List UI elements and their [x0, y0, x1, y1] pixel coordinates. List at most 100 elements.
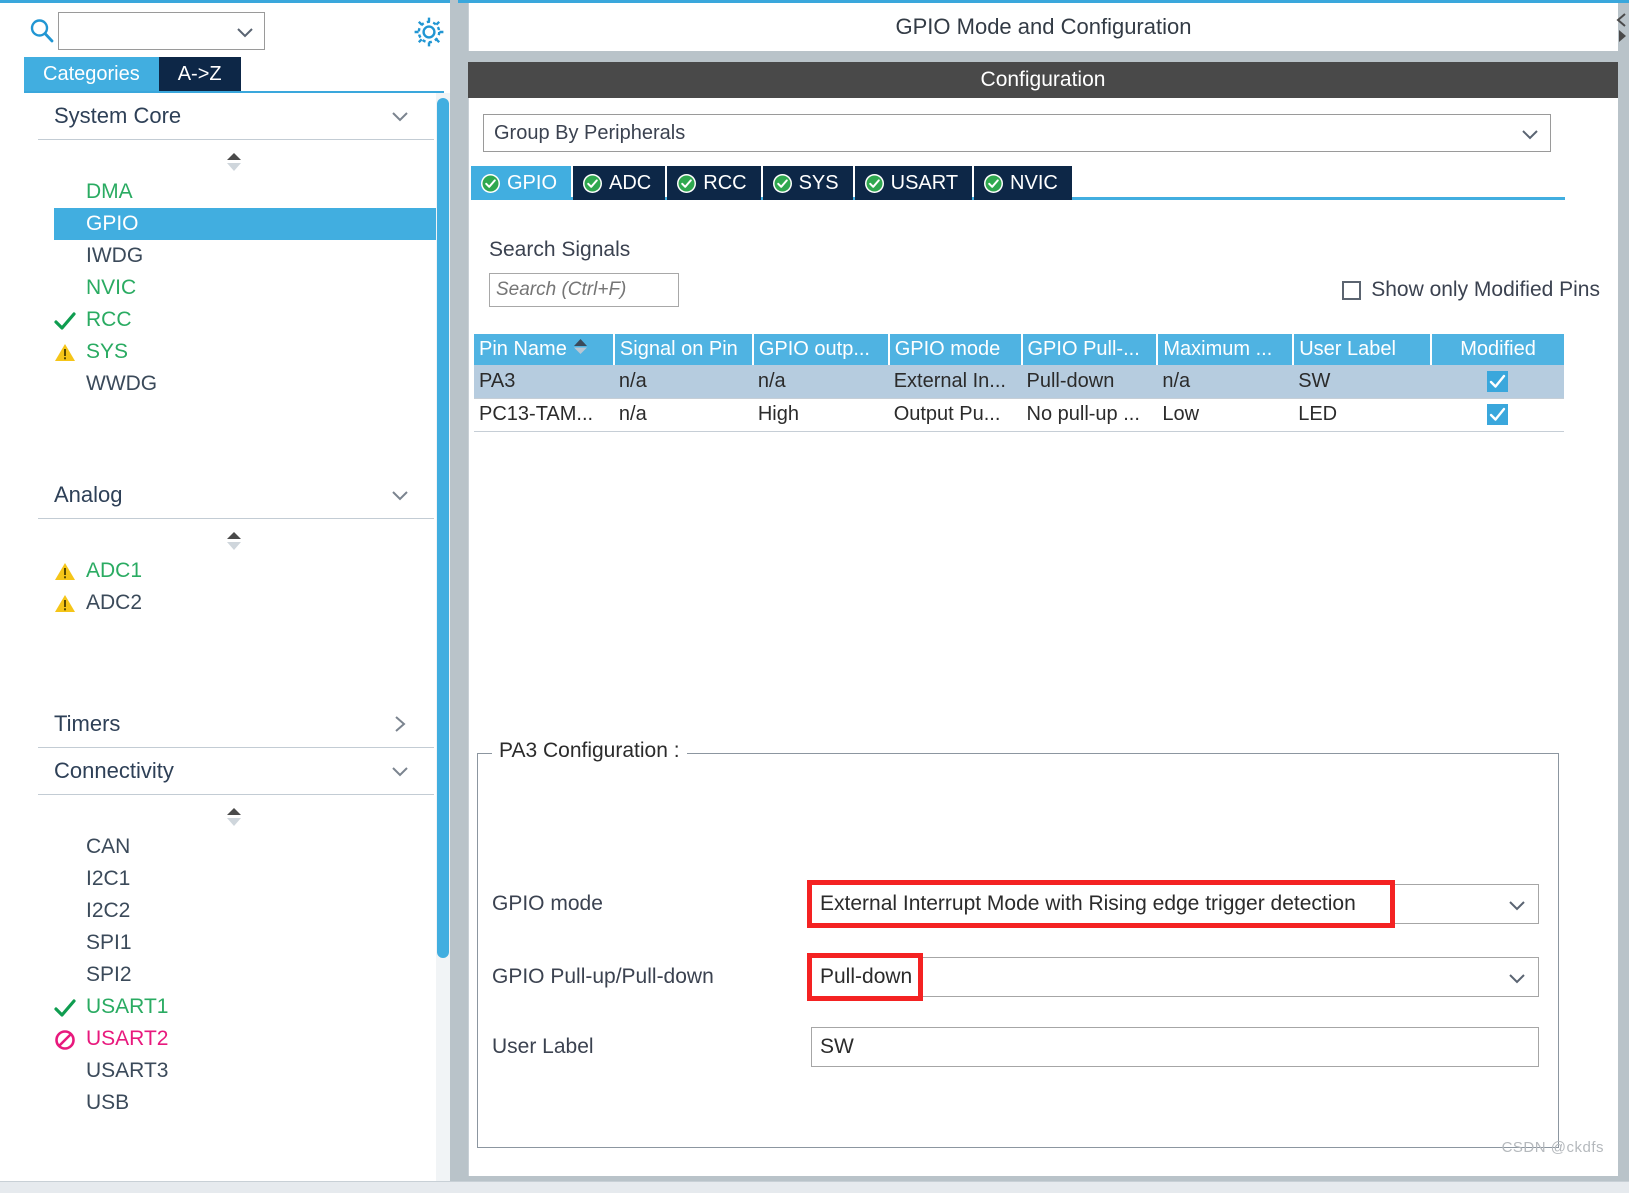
- forbidden-icon: [54, 1029, 76, 1051]
- config-row-user-label: User Label SW: [478, 1027, 1558, 1067]
- sidebar-item-usart2[interactable]: USART2: [24, 1023, 444, 1055]
- sidebar-search-combo[interactable]: [58, 12, 265, 50]
- sidebar-item-label: USART2: [86, 1027, 169, 1050]
- sidebar-item-wwdg[interactable]: WWDG: [24, 368, 444, 400]
- sidebar-scrollbar-thumb[interactable]: [437, 98, 449, 958]
- sidebar-item-iwdg[interactable]: IWDG: [24, 240, 444, 272]
- sidebar-item-gpio[interactable]: GPIO: [54, 208, 444, 240]
- config-row-gpio-pull-up-pull-down: GPIO Pull-up/Pull-down Pull-down: [478, 957, 1558, 997]
- config-field-gpio-pull-up-pull-down[interactable]: Pull-down: [811, 957, 1539, 997]
- column-header-signal-on-pin[interactable]: Signal on Pin: [613, 334, 754, 365]
- cell-modified[interactable]: [1431, 365, 1564, 399]
- sidebar-item-nvic[interactable]: NVIC: [24, 272, 444, 304]
- sidebar-tab-a-to-z[interactable]: A->Z: [158, 57, 241, 91]
- sidebar-item-can[interactable]: CAN: [24, 831, 444, 863]
- column-header-modified[interactable]: Modified: [1431, 334, 1564, 365]
- column-header-gpio-pull[interactable]: GPIO Pull-...: [1021, 334, 1159, 365]
- sidebar-group-analog[interactable]: Analog: [24, 472, 444, 518]
- column-header-gpio-mode[interactable]: GPIO mode: [888, 334, 1023, 365]
- column-header-label: GPIO Pull-...: [1027, 338, 1140, 360]
- sidebar-item-adc1[interactable]: ADC1: [24, 555, 444, 587]
- divider: [38, 139, 434, 140]
- table-row[interactable]: PA3 n/a n/a External In... Pull-down n/a SW: [474, 365, 1564, 399]
- sidebar-item-label: USART1: [86, 995, 169, 1018]
- sidebar-group-connectivity[interactable]: Connectivity: [24, 748, 444, 794]
- sidebar-group-label: System Core: [54, 103, 182, 128]
- tab-nvic[interactable]: NVIC: [974, 166, 1072, 200]
- cell-modified[interactable]: [1431, 398, 1564, 432]
- tab-label: RCC: [703, 171, 747, 194]
- sidebar-item-rcc[interactable]: RCC: [24, 304, 444, 336]
- tab-label: NVIC: [1010, 171, 1058, 194]
- sidebar-item-i2c2[interactable]: I2C2: [24, 895, 444, 927]
- column-header-label: User Label: [1299, 338, 1396, 360]
- column-header-maximum[interactable]: Maximum ...: [1157, 334, 1295, 365]
- pin-configuration-legend: PA3 Configuration :: [492, 739, 687, 763]
- chevron-down-icon: [1506, 968, 1528, 988]
- chevron-down-icon: [1519, 124, 1541, 144]
- tab-gpio[interactable]: GPIO: [471, 166, 572, 200]
- tab-label: ADC: [609, 171, 652, 194]
- cell-user-label: LED: [1293, 398, 1432, 432]
- modified-checkbox-checked[interactable]: [1487, 370, 1509, 392]
- tab-sys[interactable]: SYS: [762, 166, 853, 200]
- config-field-label: GPIO mode: [492, 892, 603, 915]
- check-circle-icon: [772, 173, 792, 193]
- sidebar-item-sys[interactable]: SYS: [24, 336, 444, 368]
- config-field-value: SW: [820, 1035, 854, 1058]
- column-header-label: GPIO outp...: [758, 338, 870, 360]
- divider: [38, 794, 434, 795]
- cell-gpio-mode: External In...: [888, 365, 1022, 399]
- table-body: PA3 n/a n/a External In... Pull-down n/a SW PC1…: [474, 365, 1564, 432]
- gear-icon[interactable]: [412, 15, 446, 49]
- search-signals-input[interactable]: [489, 273, 679, 307]
- tab-usart[interactable]: USART: [854, 166, 973, 200]
- sidebar-item-usb[interactable]: USB: [24, 1087, 444, 1119]
- column-header-gpio-outp[interactable]: GPIO outp...: [752, 334, 890, 365]
- modified-checkbox-checked[interactable]: [1487, 404, 1509, 426]
- divider: [38, 518, 434, 519]
- check-circle-icon: [677, 173, 697, 193]
- config-field-user-label[interactable]: SW: [811, 1027, 1539, 1067]
- show-only-modified-pins-checkbox[interactable]: Show only Modified Pins: [1342, 278, 1600, 302]
- sidebar-item-label: NVIC: [86, 276, 137, 299]
- sidebar-item-label: SPI2: [86, 963, 132, 986]
- tab-rcc[interactable]: RCC: [667, 166, 761, 200]
- sidebar-group-system-core[interactable]: System Core: [24, 93, 444, 139]
- check-circle-icon: [864, 173, 884, 193]
- config-field-gpio-mode[interactable]: External Interrupt Mode with Rising edge…: [811, 884, 1539, 924]
- sidebar-item-spi2[interactable]: SPI2: [24, 959, 444, 991]
- column-header-user-label[interactable]: User Label: [1293, 334, 1433, 365]
- cell-gpio-pull: Pull-down: [1021, 365, 1158, 399]
- cell-gpio-output: n/a: [752, 365, 889, 399]
- search-signals-label: Search Signals: [489, 238, 631, 261]
- config-field-value: Pull-down: [820, 965, 913, 988]
- sidebar-item-usart1[interactable]: USART1: [24, 991, 444, 1023]
- sidebar-item-i2c1[interactable]: I2C1: [24, 863, 444, 895]
- scroll-spinner-icon[interactable]: [24, 527, 444, 555]
- tab-label: SYS: [798, 171, 839, 194]
- sidebar-item-dma[interactable]: DMA: [24, 176, 444, 208]
- sidebar-item-usart3[interactable]: USART3: [24, 1055, 444, 1087]
- panel-title-bar: GPIO Mode and Configuration: [468, 3, 1618, 51]
- sidebar-group-timers[interactable]: Timers: [24, 701, 444, 747]
- sidebar-tab-categories[interactable]: Categories: [24, 57, 159, 91]
- sidebar-item-label: IWDG: [86, 244, 144, 267]
- scroll-spinner-icon[interactable]: [24, 148, 444, 176]
- sidebar-item-adc2[interactable]: ADC2: [24, 587, 444, 619]
- scroll-spinner-icon[interactable]: [24, 803, 444, 831]
- table-row[interactable]: PC13-TAM... n/a High Output Pu... No pull-up…: [474, 398, 1564, 432]
- column-header-pin-name[interactable]: Pin Name: [474, 334, 615, 365]
- column-header-label: Pin Name: [479, 337, 567, 360]
- sidebar-item-label: DMA: [86, 180, 133, 203]
- panel-scroll-arrows[interactable]: [1615, 4, 1629, 50]
- column-header-label: GPIO mode: [894, 338, 1001, 360]
- tab-adc[interactable]: ADC: [573, 166, 666, 200]
- sidebar-tabs: Categories A->Z: [24, 57, 241, 91]
- table-header-row: Pin Name Signal on Pin GPIO outp... GPIO mo…: [474, 334, 1564, 365]
- sidebar-item-spi1[interactable]: SPI1: [24, 927, 444, 959]
- column-header-label: Maximum ...: [1163, 338, 1273, 360]
- group-by-dropdown[interactable]: Group By Peripherals: [483, 114, 1551, 152]
- cell-user-label: SW: [1293, 365, 1432, 399]
